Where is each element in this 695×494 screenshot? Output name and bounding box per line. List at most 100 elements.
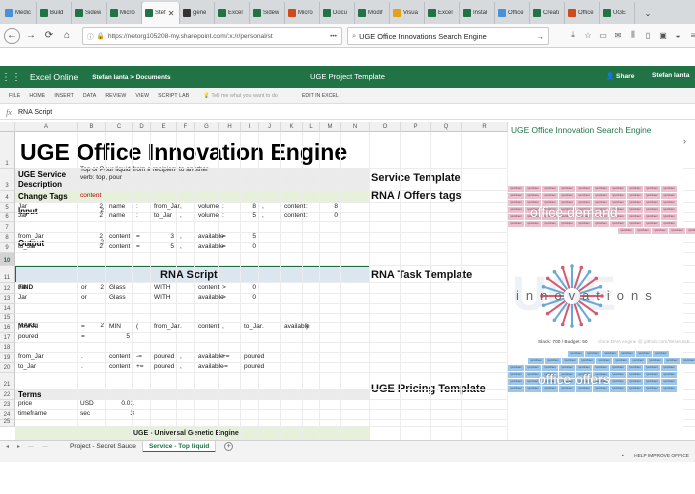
ribbon-tab-data[interactable]: DATA bbox=[83, 93, 96, 99]
tag-chip[interactable]: ipsi:sheet bbox=[593, 193, 609, 199]
tag-chip[interactable]: ipsi:sheet bbox=[576, 221, 592, 227]
cell-a[interactable]: poured bbox=[18, 323, 38, 331]
cell-i[interactable]: 5 bbox=[241, 212, 256, 220]
cell-k[interactable]: content bbox=[284, 203, 305, 211]
cell-d[interactable]: += bbox=[136, 363, 144, 371]
search-input[interactable]: UGE Office Innovations Search Engine bbox=[359, 32, 533, 41]
browser-tab[interactable]: gene bbox=[180, 2, 215, 24]
tag-chip[interactable]: ipsi:sheet bbox=[627, 186, 643, 192]
tag-chip[interactable]: ipsi:sheet bbox=[525, 221, 541, 227]
tag-chip[interactable]: ipsi:sheet bbox=[613, 358, 629, 364]
cell-e[interactable]: 5 bbox=[151, 243, 174, 251]
browser-tab[interactable]: UGE bbox=[600, 2, 635, 24]
cell-a[interactable]: Jar bbox=[18, 294, 27, 302]
info-icon[interactable]: ⓘ bbox=[87, 31, 94, 41]
cell-g[interactable]: available bbox=[198, 353, 224, 361]
cell-b[interactable]: 2 bbox=[78, 203, 103, 211]
tag-chip[interactable]: ipsi:sheet bbox=[610, 193, 626, 199]
ribbon-tab-home[interactable]: HOME bbox=[29, 93, 45, 99]
cell-d[interactable]: ( bbox=[136, 323, 138, 331]
tag-chip[interactable]: ipsi:sheet bbox=[508, 193, 524, 199]
more-icon[interactable]: ••• bbox=[330, 33, 337, 40]
cell-a[interactable]: Jar bbox=[18, 212, 27, 220]
row-header[interactable]: 1 bbox=[0, 132, 15, 169]
cell-f[interactable]: , bbox=[180, 212, 182, 220]
tag-chip[interactable]: ipsi:sheet bbox=[508, 214, 524, 220]
tag-chip[interactable]: ipsi:sheet bbox=[644, 200, 660, 206]
tag-chip[interactable]: ipsi:sheet bbox=[630, 358, 646, 364]
cell-a[interactable]: Jar bbox=[18, 284, 27, 292]
browser-tab[interactable]: Office bbox=[495, 2, 530, 24]
url-bar[interactable]: ⓘ 🔒 https://netorg105208-my.sharepoint.c… bbox=[82, 27, 342, 45]
sheet-nav-icon[interactable]: … bbox=[28, 443, 34, 450]
tag-chip[interactable]: ipsi:sheet bbox=[635, 228, 651, 234]
column-header[interactable]: H bbox=[219, 122, 241, 132]
cell-d[interactable]: : bbox=[136, 212, 138, 220]
cell-g[interactable]: content bbox=[198, 323, 219, 331]
chevron-right-icon[interactable]: › bbox=[683, 136, 686, 146]
tag-chip[interactable]: ipsi:sheet bbox=[508, 372, 524, 378]
ribbon-tab-view[interactable]: VIEW bbox=[135, 93, 149, 99]
tag-chip[interactable]: ipsi:sheet bbox=[661, 207, 677, 213]
cell-h[interactable]: > bbox=[222, 294, 226, 302]
change-tags-value[interactable]: content bbox=[80, 192, 101, 200]
edit-in-excel-button[interactable]: EDIT IN EXCEL bbox=[302, 93, 339, 99]
cell-h[interactable]: = bbox=[222, 243, 226, 251]
column-header[interactable]: O bbox=[370, 122, 401, 132]
tag-chip[interactable]: ipsi:sheet bbox=[545, 358, 561, 364]
column-header[interactable]: K bbox=[281, 122, 303, 132]
tag-chip[interactable]: ipsi:sheet bbox=[681, 358, 695, 364]
tag-chip[interactable]: ipsi:sheet bbox=[627, 207, 643, 213]
tag-chip[interactable]: ipsi:sheet bbox=[627, 214, 643, 220]
column-header[interactable]: P bbox=[401, 122, 431, 132]
cell-l[interactable]: ) bbox=[306, 323, 308, 331]
cell-g[interactable]: available bbox=[198, 294, 224, 302]
cell-e[interactable]: from_Jar bbox=[154, 323, 180, 331]
browser-tab[interactable]: Medic bbox=[2, 2, 37, 24]
cell-c[interactable]: name bbox=[109, 203, 125, 211]
back-icon[interactable]: ← bbox=[4, 27, 20, 44]
tag-chip[interactable]: ipsi:sheet bbox=[661, 372, 677, 378]
browser-tab[interactable]: Excel bbox=[425, 2, 460, 24]
ribbon-tab-file[interactable]: FILE bbox=[9, 93, 20, 99]
service-template-heading[interactable]: Service Template bbox=[371, 173, 461, 184]
tag-chip[interactable]: ipsi:sheet bbox=[619, 351, 635, 357]
tag-chip[interactable]: ipsi:sheet bbox=[610, 365, 626, 371]
tag-chip[interactable]: ipsi:sheet bbox=[627, 221, 643, 227]
ribbon-tab-review[interactable]: REVIEW bbox=[105, 93, 126, 99]
tag-chip[interactable]: ipsi:sheet bbox=[610, 372, 626, 378]
cell-b[interactable]: 2 bbox=[78, 233, 103, 241]
formula-input[interactable]: RNA Script bbox=[18, 109, 52, 116]
cell-c[interactable]: content bbox=[109, 363, 130, 371]
column-header[interactable]: J bbox=[259, 122, 281, 132]
rna-offers-tags-heading[interactable]: RNA / Offers tags bbox=[371, 191, 462, 202]
row-header[interactable]: 12 bbox=[0, 283, 15, 294]
cell-b[interactable]: or bbox=[81, 294, 87, 302]
row-header[interactable]: 17 bbox=[0, 333, 15, 343]
tag-chip[interactable]: ipsi:sheet bbox=[508, 379, 524, 385]
tag-chip[interactable]: ipsi:sheet bbox=[525, 193, 541, 199]
sheet-title[interactable]: UGE Office Innovation Engine bbox=[20, 139, 347, 166]
tag-chip[interactable]: ipsi:sheet bbox=[644, 365, 660, 371]
column-header[interactable]: B bbox=[78, 122, 106, 132]
cell-i[interactable]: 0 bbox=[241, 284, 256, 292]
tag-chip[interactable]: ipsi:sheet bbox=[669, 228, 685, 234]
column-header[interactable]: G bbox=[195, 122, 219, 132]
rna-task-template-heading[interactable]: RNA Task Template bbox=[371, 270, 472, 281]
cell-a[interactable]: to_Jar bbox=[18, 363, 36, 371]
cell-e[interactable]: from_Jar bbox=[154, 203, 180, 211]
sheet-nav-icon[interactable]: ▸ bbox=[17, 443, 20, 450]
cell-e[interactable]: poured bbox=[154, 353, 174, 361]
cell-c[interactable]: content bbox=[109, 243, 130, 251]
tag-chip[interactable]: ipsi:sheet bbox=[568, 351, 584, 357]
tag-chip[interactable]: ipsi:sheet bbox=[579, 358, 595, 364]
cell-j[interactable]: , bbox=[262, 203, 264, 211]
share-button[interactable]: 👤 Share bbox=[606, 72, 634, 80]
row-header[interactable]: 11 bbox=[0, 266, 15, 283]
breadcrumb[interactable]: Stefan Ianta > Documents bbox=[92, 74, 170, 81]
tag-chip[interactable]: ipsi:sheet bbox=[525, 186, 541, 192]
column-header[interactable]: D bbox=[133, 122, 151, 132]
terms-label[interactable]: Terms bbox=[18, 391, 41, 399]
row-header[interactable]: 13 bbox=[0, 294, 15, 304]
tag-chip[interactable]: ipsi:sheet bbox=[644, 372, 660, 378]
